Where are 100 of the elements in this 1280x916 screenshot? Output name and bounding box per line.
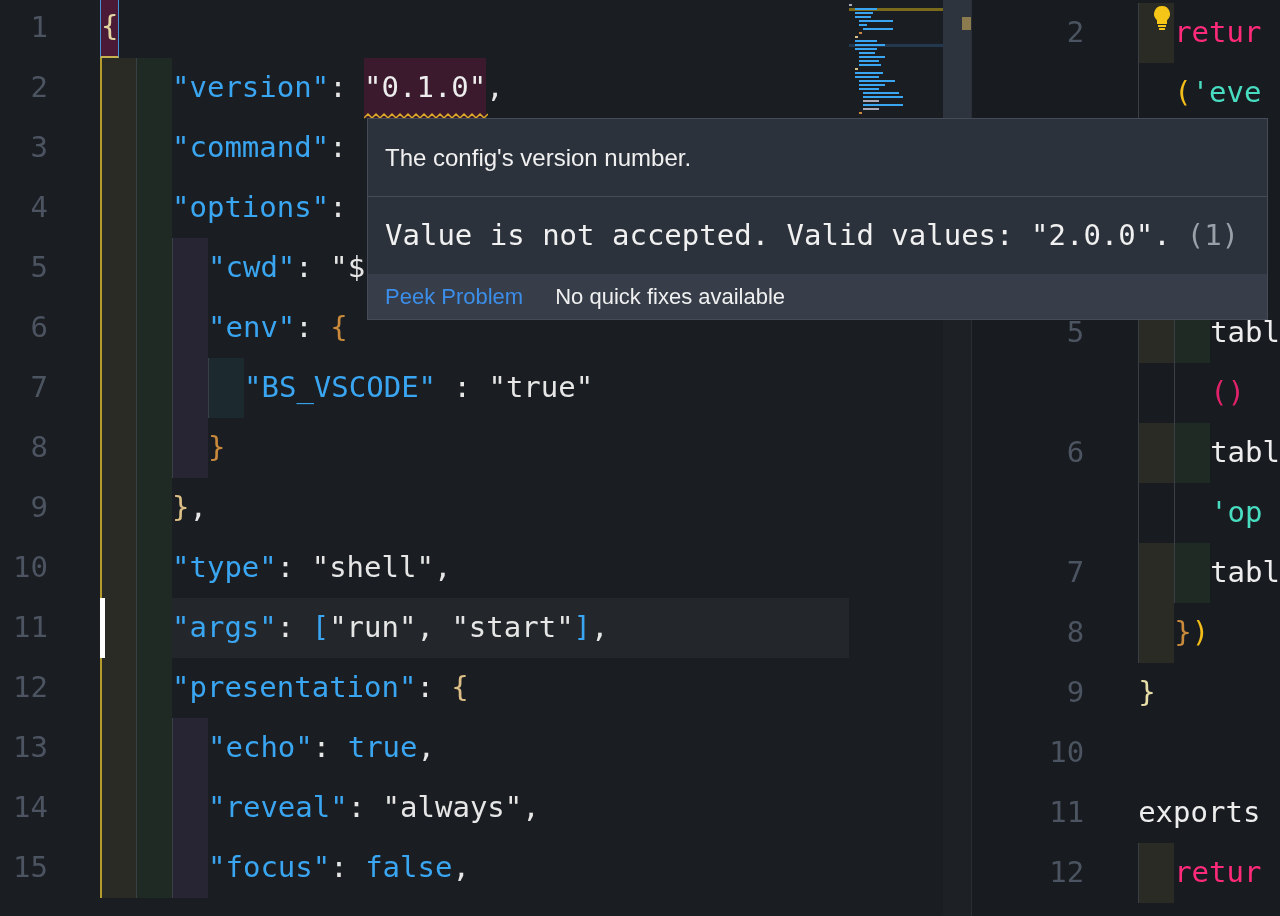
- parentheses: (): [1210, 374, 1246, 412]
- lightbulb-icon[interactable]: [1152, 5, 1173, 31]
- indent-guide-band: [136, 838, 172, 898]
- punctuation: ,: [433, 549, 452, 587]
- indent-guide-band: [172, 838, 208, 898]
- identifier: exports: [1138, 794, 1261, 832]
- json-key: "args": [172, 606, 277, 650]
- parenthesis: (: [1174, 74, 1192, 112]
- punctuation: ,: [416, 609, 435, 647]
- boolean-value: false: [365, 849, 453, 887]
- line-number: 9: [30, 489, 48, 527]
- string-value: "start": [451, 609, 574, 647]
- keyword: retur: [1174, 14, 1262, 52]
- indent-guide-band: [1138, 543, 1175, 603]
- identifier: tabl: [1210, 434, 1280, 472]
- punctuation: :: [295, 249, 314, 287]
- line-number: 5: [30, 249, 48, 287]
- line-number: 11: [13, 609, 48, 647]
- punctuation: ,: [522, 789, 540, 827]
- boolean-value: true: [347, 729, 418, 767]
- indent-guide-band: [136, 58, 172, 118]
- error-message: Value is not accepted. Valid values: "2.0.0".: [385, 216, 1171, 254]
- line-number: 12: [13, 669, 48, 707]
- punctuation: ,: [452, 849, 470, 887]
- punctuation: ,: [591, 609, 609, 647]
- punctuation: :: [416, 669, 435, 707]
- line-number: 3: [30, 129, 48, 167]
- bracket: }: [208, 429, 226, 467]
- indent-guide-band: [1138, 603, 1175, 663]
- json-key: "command": [172, 126, 330, 170]
- peek-problem-link[interactable]: Peek Problem: [385, 280, 524, 313]
- text-cursor: [100, 598, 105, 658]
- hover-description: The config's version number.: [385, 142, 692, 173]
- bracket: }: [172, 489, 190, 527]
- line-number: 2: [1066, 14, 1085, 52]
- line-number: 12: [1049, 854, 1085, 892]
- identifier: tabl: [1210, 554, 1280, 592]
- indent-guide-band: [1138, 843, 1175, 903]
- indent-guide-band: [172, 238, 208, 298]
- line-number: 13: [13, 729, 48, 767]
- json-key: "BS_VSCODE": [244, 366, 437, 410]
- punctuation: :: [347, 789, 367, 827]
- identifier: tabl: [1210, 314, 1280, 352]
- line-number: 6: [1066, 434, 1085, 472]
- line-number: 14: [13, 789, 48, 827]
- bracket: ]: [573, 609, 592, 647]
- punctuation: :: [276, 549, 296, 587]
- string-value: "true": [488, 369, 594, 407]
- json-key: "focus": [208, 846, 331, 890]
- line-number: 1: [30, 9, 48, 47]
- indent-guide-band: [1174, 543, 1211, 603]
- indent-guide-band: [208, 358, 244, 418]
- string-literal: 'eve: [1191, 74, 1262, 112]
- bracket: }: [1174, 614, 1192, 652]
- punctuation: :: [329, 69, 348, 107]
- parenthesis: ): [1191, 614, 1210, 652]
- bracket: {: [330, 309, 348, 347]
- brace: }: [1138, 674, 1156, 712]
- string-value: "run": [329, 609, 417, 647]
- line-number: 5: [1066, 314, 1085, 352]
- punctuation: :: [330, 849, 349, 887]
- string-value: "shell": [311, 549, 434, 587]
- string-value: "$: [330, 249, 366, 287]
- line-number: 4: [30, 189, 48, 227]
- json-key: "cwd": [208, 246, 296, 290]
- keyword: retur: [1174, 854, 1262, 892]
- punctuation: :: [329, 129, 347, 167]
- matched-brace: {: [100, 0, 120, 58]
- line-number: 11: [1049, 794, 1085, 832]
- bracket: [: [311, 609, 330, 647]
- indent-guide-band: [1174, 423, 1211, 483]
- json-key: "version": [172, 66, 330, 110]
- line-number: 6: [30, 309, 48, 347]
- punctuation: :: [452, 369, 472, 407]
- punctuation: :: [295, 309, 314, 347]
- punctuation: :: [329, 189, 347, 227]
- json-key: "type": [172, 546, 277, 590]
- string-value: "always": [382, 789, 523, 827]
- line-number: 9: [1066, 674, 1085, 712]
- indent-guide-band: [172, 418, 208, 478]
- punctuation: ,: [417, 729, 435, 767]
- line-number: 15: [13, 849, 48, 887]
- line-number: 7: [30, 369, 48, 407]
- line-number: 8: [1066, 614, 1085, 652]
- error-code: (1): [1186, 216, 1240, 254]
- json-key: "presentation": [172, 666, 417, 710]
- string-value: "0.1.0": [364, 69, 487, 107]
- status-text: No quick fixes available: [555, 283, 786, 311]
- bracket: {: [451, 669, 469, 707]
- line-number: 8: [30, 429, 48, 467]
- string-literal: 'op: [1210, 494, 1263, 532]
- indent-guide-band: [172, 718, 208, 778]
- overview-marker: [962, 17, 972, 30]
- json-key: "echo": [208, 726, 313, 770]
- json-key: "reveal": [208, 786, 348, 830]
- line-number: 7: [1066, 554, 1085, 592]
- punctuation: :: [276, 609, 296, 647]
- json-key: "env": [208, 306, 296, 350]
- punctuation: ,: [486, 69, 504, 107]
- punctuation: :: [312, 729, 332, 767]
